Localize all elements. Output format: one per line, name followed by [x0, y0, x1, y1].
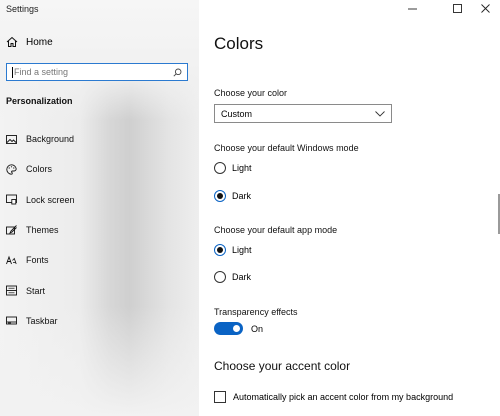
start-icon — [6, 285, 17, 296]
toggle-state-label: On — [251, 323, 264, 334]
transparency-label: Transparency effects — [214, 307, 298, 317]
radio-label: Dark — [232, 191, 252, 201]
radio-circle[interactable] — [214, 162, 226, 174]
radio-circle[interactable] — [214, 271, 226, 283]
home-link[interactable]: Home — [6, 36, 53, 48]
transparency-toggle-row: On — [214, 322, 263, 335]
sidebar-item-label: Background — [26, 134, 75, 145]
auto-accent-checkbox[interactable] — [214, 391, 226, 403]
main-content: Colors Choose your color Custom Choose y… — [199, 0, 500, 416]
sidebar-item-label: Lock screen — [26, 194, 75, 205]
home-label: Home — [26, 36, 53, 48]
windows-mode-label: Choose your default Windows mode — [214, 143, 359, 153]
brush-icon — [6, 224, 17, 234]
section-header: Personalization — [6, 96, 73, 106]
windows-mode-light-radio[interactable]: Light — [214, 162, 252, 174]
text-caret — [12, 66, 13, 78]
auto-accent-checkbox-row[interactable]: Automatically pick an accent color from … — [214, 391, 453, 403]
sidebar-item-fonts[interactable]: Fonts — [6, 245, 196, 275]
toggle-knob — [233, 325, 240, 332]
transparency-toggle[interactable] — [214, 322, 243, 335]
chevron-down-icon — [375, 110, 385, 117]
radio-label: Light — [232, 245, 252, 255]
app-mode-light-radio[interactable]: Light — [214, 244, 252, 256]
windows-mode-dark-radio[interactable]: Dark — [214, 190, 251, 202]
sidebar-item-label: Colors — [26, 164, 53, 175]
sidebar-item-start[interactable]: Start — [6, 275, 196, 305]
sidebar-item-background[interactable]: Background — [6, 124, 196, 154]
sidebar-item-label: Themes — [26, 225, 59, 236]
radio-dot — [217, 193, 223, 199]
app-mode-label: Choose your default app mode — [214, 225, 338, 235]
sidebar-nav: Background Colors Lock screen Themes Fon… — [6, 124, 196, 336]
sidebar-item-label: Taskbar — [26, 315, 58, 326]
sidebar-item-themes[interactable]: Themes — [6, 215, 196, 245]
taskbar-icon — [6, 316, 17, 325]
palette-icon — [6, 164, 17, 175]
image-icon — [6, 134, 17, 144]
sidebar-item-label: Fonts — [26, 255, 49, 266]
search-box[interactable] — [6, 63, 188, 81]
accent-section-title: Choose your accent color — [214, 359, 351, 373]
color-mode-dropdown[interactable]: Custom — [214, 104, 392, 123]
app-mode-dark-radio[interactable]: Dark — [214, 271, 251, 283]
sidebar-item-colors[interactable]: Colors — [6, 154, 196, 184]
search-icon[interactable] — [173, 68, 182, 77]
sidebar-item-label: Start — [26, 285, 46, 296]
checkbox-label: Automatically pick an accent color from … — [233, 392, 454, 402]
radio-circle-checked[interactable] — [214, 244, 226, 256]
choose-color-label: Choose your color — [214, 88, 288, 98]
page-title: Colors — [214, 34, 264, 53]
sidebar: Settings Home Personalization Background — [0, 0, 199, 416]
radio-label: Light — [232, 163, 252, 173]
app-title: Settings — [6, 4, 39, 14]
font-icon — [6, 255, 17, 264]
dropdown-value: Custom — [221, 108, 253, 119]
sidebar-item-lock-screen[interactable]: Lock screen — [6, 185, 196, 215]
sidebar-item-taskbar[interactable]: Taskbar — [6, 306, 196, 336]
radio-circle-checked[interactable] — [214, 190, 226, 202]
lock-screen-icon — [6, 194, 17, 205]
radio-label: Dark — [232, 272, 252, 282]
radio-dot — [217, 247, 223, 253]
home-icon — [6, 36, 18, 47]
search-input[interactable] — [14, 67, 173, 77]
